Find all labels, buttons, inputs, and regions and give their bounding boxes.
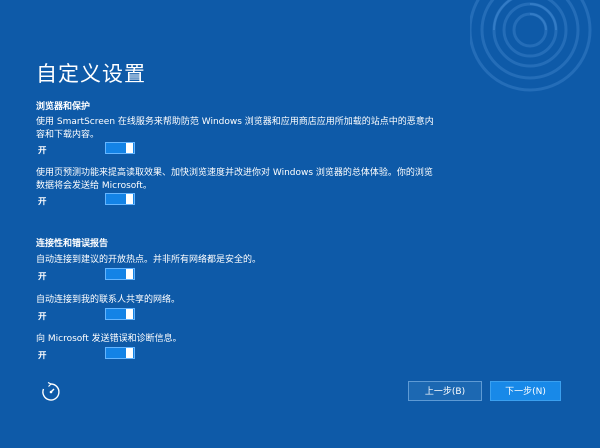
toggle-smartscreen[interactable] — [105, 142, 135, 154]
background-swirl-decoration — [470, 0, 592, 92]
toggle-state-label-open-hotspots: 开 — [38, 272, 47, 282]
toggle-state-label-contact-networks: 开 — [38, 312, 47, 322]
setting-description-error-diagnostics: 向 Microsoft 发送错误和诊断信息。 — [36, 334, 182, 344]
toggle-thumb — [126, 309, 133, 319]
page-title: 自定义设置 — [36, 62, 146, 86]
toggle-thumb — [126, 269, 133, 279]
toggle-thumb — [126, 348, 133, 358]
toggle-thumb — [126, 194, 133, 204]
setting-description-open-hotspots: 自动连接到建议的开放热点。并非所有网络都是安全的。 — [36, 255, 262, 265]
toggle-state-label-smartscreen: 开 — [38, 146, 47, 156]
toggle-contact-networks[interactable] — [105, 308, 135, 320]
setting-description-page-prediction: 使用页预测功能来提高读取效果、加快浏览速度并改进你对 Windows 浏览器的总… — [36, 168, 433, 191]
toggle-thumb — [126, 143, 133, 153]
toggle-open-hotspots[interactable] — [105, 268, 135, 280]
setting-description-smartscreen: 使用 SmartScreen 在线服务来帮助防范 Windows 浏览器和应用商… — [36, 117, 434, 140]
section-heading-browser-protection: 浏览器和保护 — [36, 102, 91, 112]
ease-of-access-icon[interactable] — [40, 381, 62, 403]
section-heading-connectivity-error-reporting: 连接性和错误报告 — [36, 239, 109, 249]
setting-description-contact-networks: 自动连接到我的联系人共享的网络。 — [36, 295, 181, 305]
toggle-error-diagnostics[interactable] — [105, 347, 135, 359]
back-button[interactable]: 上一步(B) — [408, 381, 482, 401]
toggle-state-label-page-prediction: 开 — [38, 197, 47, 207]
toggle-page-prediction[interactable] — [105, 193, 135, 205]
next-button[interactable]: 下一步(N) — [490, 381, 561, 401]
toggle-state-label-error-diagnostics: 开 — [38, 351, 47, 361]
